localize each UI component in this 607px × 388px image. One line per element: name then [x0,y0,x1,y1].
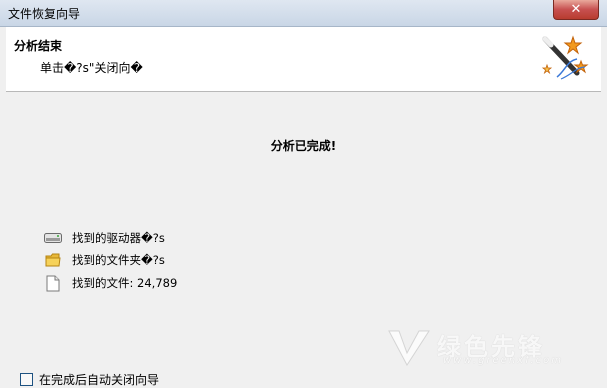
files-found-label: 找到的文件: 24,789 [72,276,178,290]
auto-close-option[interactable]: 在完成后自动关闭向导 [20,371,159,388]
header-title: 分析结束 [14,39,63,53]
result-row-files: 找到的文件: 24,789 [44,274,177,292]
folders-found-label: 找到的文件夹�?s [72,253,165,267]
auto-close-label: 在完成后自动关闭向导 [39,373,160,387]
drives-found-label: 找到的驱动器�?s [72,231,165,245]
auto-close-checkbox[interactable] [20,373,33,386]
watermark-v-icon [388,330,430,366]
result-row-folders: 找到的文件夹�?s [44,251,165,269]
watermark-logo: 绿色先锋 www.greenxf.com [381,323,595,373]
wizard-content: 分析已完成! 找到的驱动器�?s 找到的文件夹�?s 找到的文件: 24,789… [6,92,601,387]
close-icon: ✕ [570,2,582,17]
analysis-status: 分析已完成! [270,139,337,153]
header-subtitle: 单击�?s"关闭向� [40,61,143,75]
close-button[interactable]: ✕ [553,0,599,20]
result-row-drives: 找到的驱动器�?s [44,229,165,247]
wizard-header: 分析结束 单击�?s"关闭向� [6,27,601,92]
magic-wand-icon [541,35,589,80]
watermark-url: www.greenxf.com [443,355,563,366]
window-title: 文件恢复向导 [8,7,81,21]
file-icon [44,274,62,292]
folder-icon [44,251,62,269]
title-bar: 文件恢复向导 ✕ [0,0,607,27]
drive-icon [44,229,62,247]
